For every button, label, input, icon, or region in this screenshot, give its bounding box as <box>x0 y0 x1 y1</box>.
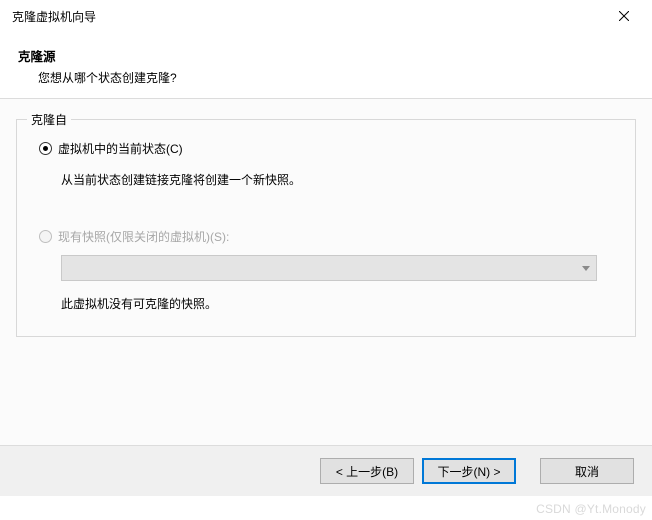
radio-current-state[interactable]: 虚拟机中的当前状态(C) <box>39 140 613 157</box>
radio-icon <box>39 142 52 155</box>
title-bar: 克隆虚拟机向导 <box>0 0 652 32</box>
cancel-button[interactable]: 取消 <box>540 458 634 484</box>
radio-current-state-label: 虚拟机中的当前状态(C) <box>58 140 183 157</box>
header-subtitle: 您想从哪个状态创建克隆? <box>38 69 634 86</box>
close-icon <box>619 11 629 21</box>
chevron-down-icon <box>582 263 590 274</box>
clone-from-group: 克隆自 虚拟机中的当前状态(C) 从当前状态创建链接克隆将创建一个新快照。 现有… <box>16 119 636 337</box>
radio-icon <box>39 230 52 243</box>
next-button[interactable]: 下一步(N) > <box>422 458 516 484</box>
snapshot-combo <box>61 255 597 281</box>
watermark: CSDN @Yt.Monody <box>536 502 646 516</box>
radio-existing-snapshot-label: 现有快照(仅限关闭的虚拟机)(S): <box>58 228 229 245</box>
radio-current-state-desc: 从当前状态创建链接克隆将创建一个新快照。 <box>61 171 613 190</box>
back-button[interactable]: < 上一步(B) <box>320 458 414 484</box>
wizard-header: 克隆源 您想从哪个状态创建克隆? <box>0 32 652 98</box>
button-bar: < 上一步(B) 下一步(N) > 取消 <box>0 446 652 496</box>
header-title: 克隆源 <box>18 46 634 65</box>
window-title: 克隆虚拟机向导 <box>12 8 604 25</box>
content-area: 克隆自 虚拟机中的当前状态(C) 从当前状态创建链接克隆将创建一个新快照。 现有… <box>0 98 652 446</box>
radio-existing-snapshot: 现有快照(仅限关闭的虚拟机)(S): <box>39 228 613 245</box>
group-legend: 克隆自 <box>27 111 71 128</box>
close-button[interactable] <box>604 2 644 30</box>
snapshot-empty-msg: 此虚拟机没有可克隆的快照。 <box>61 295 613 312</box>
